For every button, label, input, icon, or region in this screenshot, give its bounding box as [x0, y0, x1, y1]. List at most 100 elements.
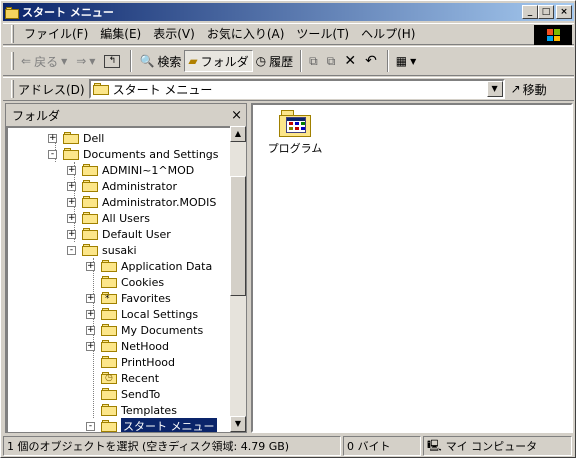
go-label: 移動 — [522, 82, 547, 97]
up-folder-button[interactable]: ↰ — [101, 50, 126, 72]
delete-icon: ✕ — [344, 53, 357, 69]
tree-item[interactable]: + NetHood — [86, 338, 169, 354]
tree-item[interactable]: - susaki — [67, 242, 137, 258]
delete-button[interactable]: ✕ — [341, 50, 362, 72]
expand-icon[interactable]: + — [86, 309, 95, 319]
favorites-folder-icon: * — [101, 292, 117, 304]
menu-favorites[interactable]: お気に入り(A) — [201, 25, 291, 43]
menubar-grip[interactable] — [11, 25, 14, 43]
menu-view[interactable]: 表示(V) — [147, 25, 201, 43]
tree-item[interactable]: + Dell — [48, 130, 104, 146]
expand-icon[interactable]: + — [67, 165, 76, 175]
tree-scrollbar[interactable]: ▲ ▼ — [230, 126, 246, 432]
tree-item[interactable]: + Local Settings — [86, 306, 198, 322]
tree-item-label: Cookies — [121, 275, 165, 289]
tree-item[interactable]: Templates — [86, 402, 177, 418]
forward-button[interactable]: ⇒ ▼ — [73, 50, 101, 72]
toolbar-separator — [300, 50, 303, 72]
chevron-down-icon[interactable]: ▼ — [61, 57, 67, 66]
tree-item[interactable]: PrintHood — [86, 354, 175, 370]
program-folder-label: プログラム — [267, 142, 323, 155]
tree-item-label: My Documents — [121, 323, 204, 337]
tree-item[interactable]: + Administrator — [67, 178, 177, 194]
folder-pane-close-button[interactable]: × — [231, 108, 242, 123]
search-button[interactable]: 🔍 検索 — [136, 50, 184, 72]
collapse-icon[interactable]: - — [48, 149, 57, 159]
tree-item-label: Dell — [83, 131, 105, 145]
program-folder-item[interactable]: プログラム — [265, 109, 325, 156]
status-selection: 1 個のオブジェクトを選択 (空きディスク領域: 4.79 GB) — [3, 436, 341, 456]
folder-icon — [82, 212, 98, 224]
tree-item[interactable]: + Application Data — [86, 258, 212, 274]
menu-tools[interactable]: ツール(T) — [290, 25, 355, 43]
tree-item[interactable]: + Default User — [67, 226, 171, 242]
addressbar-grip[interactable] — [11, 80, 14, 98]
tree-item[interactable]: Cookies — [86, 274, 164, 290]
tree-item[interactable]: SendTo — [86, 386, 160, 402]
folder-pane-title: フォルダ — [12, 108, 61, 123]
chevron-down-icon[interactable]: ▼ — [410, 57, 416, 66]
tree-item[interactable]: + All Users — [67, 210, 150, 226]
history-label: 履歴 — [269, 54, 294, 69]
toolbar-grip[interactable] — [11, 52, 14, 70]
tree-item[interactable]: + My Documents — [86, 322, 203, 338]
history-button[interactable]: ◷ 履歴 — [253, 50, 297, 72]
folder-icon — [101, 260, 117, 272]
maximize-button[interactable]: □ — [538, 5, 554, 19]
expand-icon[interactable]: + — [67, 229, 76, 239]
menu-edit[interactable]: 編集(E) — [94, 25, 147, 43]
history-icon: ◷ — [255, 54, 267, 68]
menu-bar: ファイル(F) 編集(E) 表示(V) お気に入り(A) ツール(T) ヘルプ(… — [3, 23, 574, 45]
expand-icon[interactable]: + — [67, 213, 76, 223]
tree-item-label: PrintHood — [121, 355, 176, 369]
folders-button[interactable]: ▰ フォルダ — [184, 50, 253, 72]
expand-icon[interactable]: + — [48, 133, 57, 143]
views-button[interactable]: ▦ ▼ — [393, 50, 423, 72]
scroll-down-button[interactable]: ▼ — [230, 416, 246, 432]
tree-item[interactable]: ◷ Recent — [86, 370, 159, 386]
collapse-icon[interactable]: - — [86, 421, 95, 431]
address-input[interactable]: スタート メニュー ▼ — [88, 79, 505, 99]
undo-button[interactable]: ↶ — [362, 50, 383, 72]
expand-icon[interactable]: + — [86, 325, 95, 335]
expand-icon[interactable]: + — [67, 197, 76, 207]
tree-item[interactable]: + Administrator.MODIS — [67, 194, 216, 210]
explorer-window: スタート メニュー _ □ × ファイル(F) 編集(E) 表示(V) お気に入… — [0, 0, 576, 458]
address-dropdown-button[interactable]: ▼ — [486, 81, 503, 97]
folders-label: フォルダ — [200, 54, 249, 69]
folder-tree[interactable]: + Dell - Documents and Settings + ADMINI~1^MO… — [6, 126, 234, 432]
address-value: スタート メニュー — [112, 82, 213, 97]
collapse-icon[interactable]: - — [67, 245, 76, 255]
menu-file[interactable]: ファイル(F) — [18, 25, 94, 43]
folder-icon — [82, 164, 98, 176]
expand-icon[interactable]: + — [86, 293, 95, 303]
menu-help[interactable]: ヘルプ(H) — [355, 25, 421, 43]
scroll-thumb[interactable] — [230, 176, 246, 296]
expand-icon[interactable]: + — [86, 261, 95, 271]
tree-item[interactable]: - スタート メニュー — [86, 417, 218, 432]
tree-item[interactable]: - Documents and Settings — [48, 146, 219, 162]
folder-icon — [101, 356, 117, 368]
content-pane: プログラム — [251, 103, 573, 433]
back-button[interactable]: ⇐ 戻る ▼ — [18, 50, 73, 72]
folder-icon — [5, 6, 19, 19]
expand-icon[interactable]: + — [86, 341, 95, 351]
tree-item[interactable]: + ADMINI~1^MOD — [67, 162, 194, 178]
tree-item[interactable]: + * Favorites — [86, 290, 171, 306]
copy-to-button[interactable]: ⧉ — [324, 50, 342, 72]
title-bar[interactable]: スタート メニュー _ □ × — [3, 3, 574, 21]
minimize-button[interactable]: _ — [522, 5, 538, 19]
expand-icon[interactable]: + — [67, 181, 76, 191]
close-button[interactable]: × — [556, 5, 572, 19]
folder-icon — [63, 132, 79, 144]
tree-item-label: SendTo — [121, 387, 161, 401]
folder-icon — [101, 388, 117, 400]
tree-item-label: All Users — [102, 211, 150, 225]
toolbar-separator — [130, 50, 133, 72]
chevron-down-icon[interactable]: ▼ — [89, 57, 95, 66]
move-to-button[interactable]: ⧉ — [306, 50, 324, 72]
go-button[interactable]: ↗ 移動 — [511, 81, 547, 98]
scroll-up-button[interactable]: ▲ — [230, 126, 246, 142]
